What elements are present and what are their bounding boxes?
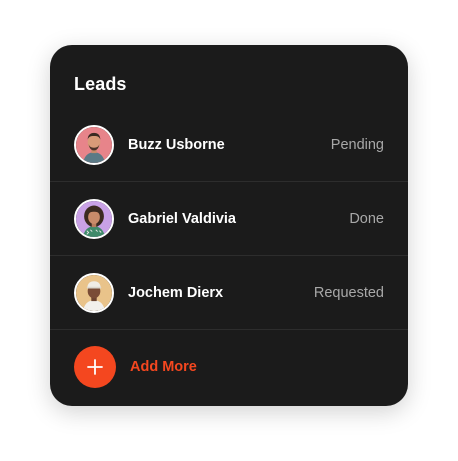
lead-row-jochem-dierx[interactable]: Jochem Dierx Requested [50, 256, 408, 330]
lead-name: Gabriel Valdivia [128, 211, 236, 227]
avatar-man-beard-icon [76, 127, 112, 163]
lead-name: Jochem Dierx [128, 285, 224, 301]
add-more-row[interactable]: Add More [50, 330, 408, 404]
avatar-man-cap-icon [76, 275, 112, 311]
avatar-woman-curly-icon [76, 201, 112, 237]
avatar [74, 273, 114, 313]
lead-row-gabriel-valdivia[interactable]: Gabriel Valdivia Done [50, 182, 408, 256]
lead-row-buzz-usborne[interactable]: Buzz Usborne Pending [50, 108, 408, 182]
card-title: Leads [74, 74, 127, 94]
add-more-label[interactable]: Add More [130, 359, 197, 375]
plus-icon [87, 359, 103, 375]
lead-status: Pending [330, 137, 384, 153]
avatar [74, 125, 114, 165]
avatar [74, 199, 114, 239]
lead-status: Done [349, 211, 384, 227]
lead-name: Buzz Usborne [128, 137, 225, 153]
lead-status: Requested [313, 285, 384, 301]
add-more-button[interactable] [74, 346, 116, 388]
leads-card: Leads Buzz Usborne Pending Gabriel Valdi… [50, 45, 408, 406]
